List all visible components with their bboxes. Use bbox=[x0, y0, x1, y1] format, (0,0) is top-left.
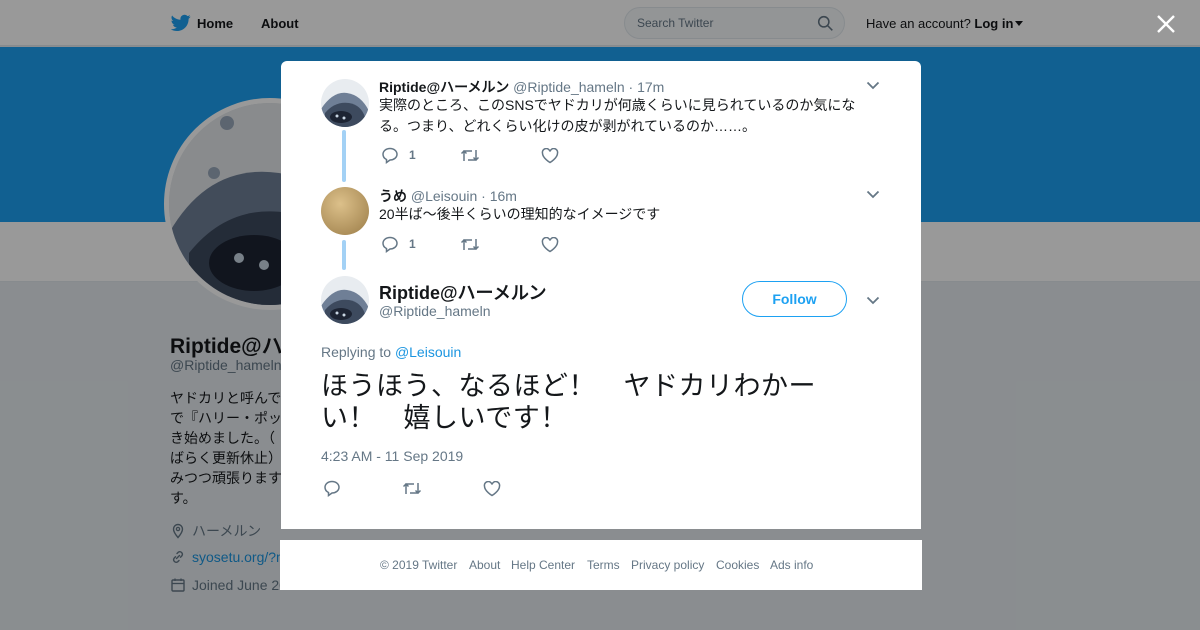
avatar[interactable] bbox=[321, 79, 369, 127]
modal-footer: © 2019 Twitter About Help Center Terms P… bbox=[280, 540, 922, 590]
replying-prefix: Replying to bbox=[321, 344, 392, 360]
retweet-icon[interactable] bbox=[460, 237, 480, 252]
like-icon[interactable] bbox=[541, 148, 559, 164]
tweet-time[interactable]: 17m bbox=[637, 79, 664, 95]
chevron-down-icon[interactable] bbox=[866, 296, 880, 305]
footer-link-help-center[interactable]: Help Center bbox=[511, 558, 575, 572]
thread-connector-line bbox=[342, 130, 346, 182]
avatar-image bbox=[321, 187, 369, 235]
reply-count: 1 bbox=[409, 148, 416, 162]
retweet-icon[interactable] bbox=[402, 481, 422, 496]
footer-link-ads-info[interactable]: Ads info bbox=[770, 558, 813, 572]
footer-link-terms[interactable]: Terms bbox=[587, 558, 620, 572]
main-tweet-text: ほうほう、なるほど！ ヤドカリわかーい！ 嬉しいです！ bbox=[321, 371, 816, 433]
tweet-separator: · bbox=[481, 188, 486, 204]
thread-connector-line bbox=[342, 240, 346, 270]
tweet-text: 20半ば〜後半くらいの理知的なイメージです bbox=[379, 206, 661, 222]
tweet-text: 実際のところ、このSNSでヤドカリが何歳くらいに見られているのか気になる。つまり… bbox=[379, 97, 856, 134]
footer-link-about[interactable]: About bbox=[469, 558, 500, 572]
tweet-header: Riptide@ハーメルン @Riptide_hameln · 17m bbox=[379, 77, 664, 97]
avatar-image bbox=[321, 276, 369, 324]
tweet-author-handle[interactable]: @Leisouin bbox=[411, 188, 477, 204]
tweet-separator: · bbox=[628, 79, 634, 95]
footer-link-cookies[interactable]: Cookies bbox=[716, 558, 759, 572]
reply-icon[interactable] bbox=[381, 236, 399, 253]
tweet-author-name[interactable]: うめ bbox=[379, 188, 407, 204]
like-icon[interactable] bbox=[483, 481, 501, 497]
tweet-time[interactable]: 16m bbox=[490, 188, 517, 204]
follow-button[interactable]: Follow bbox=[742, 281, 847, 317]
reply-count: 1 bbox=[409, 237, 416, 251]
chevron-down-icon[interactable] bbox=[866, 81, 880, 90]
reply-icon[interactable] bbox=[381, 147, 399, 164]
avatar[interactable] bbox=[321, 276, 369, 324]
tweet-header: うめ @Leisouin · 16m bbox=[379, 186, 517, 206]
chevron-down-icon[interactable] bbox=[866, 190, 880, 199]
footer-link-privacy-policy[interactable]: Privacy policy bbox=[631, 558, 704, 572]
footer-copyright: © 2019 Twitter bbox=[380, 558, 458, 572]
avatar[interactable] bbox=[321, 187, 369, 235]
main-tweet-author-handle[interactable]: @Riptide_hameln bbox=[379, 303, 491, 319]
like-icon[interactable] bbox=[541, 237, 559, 253]
main-tweet-timestamp[interactable]: 4:23 AM - 11 Sep 2019 bbox=[321, 448, 463, 464]
replying-to: Replying to @Leisouin bbox=[321, 344, 461, 360]
tweet-author-handle[interactable]: @Riptide_hameln bbox=[513, 79, 625, 95]
reply-icon[interactable] bbox=[323, 480, 341, 497]
main-tweet-author-name[interactable]: Riptide@ハーメルン bbox=[379, 279, 546, 305]
retweet-icon[interactable] bbox=[460, 148, 480, 163]
avatar-image bbox=[321, 79, 369, 127]
replying-mention-link[interactable]: @Leisouin bbox=[395, 344, 461, 360]
close-icon[interactable] bbox=[1155, 13, 1177, 35]
tweet-author-name[interactable]: Riptide@ハーメルン bbox=[379, 79, 509, 95]
